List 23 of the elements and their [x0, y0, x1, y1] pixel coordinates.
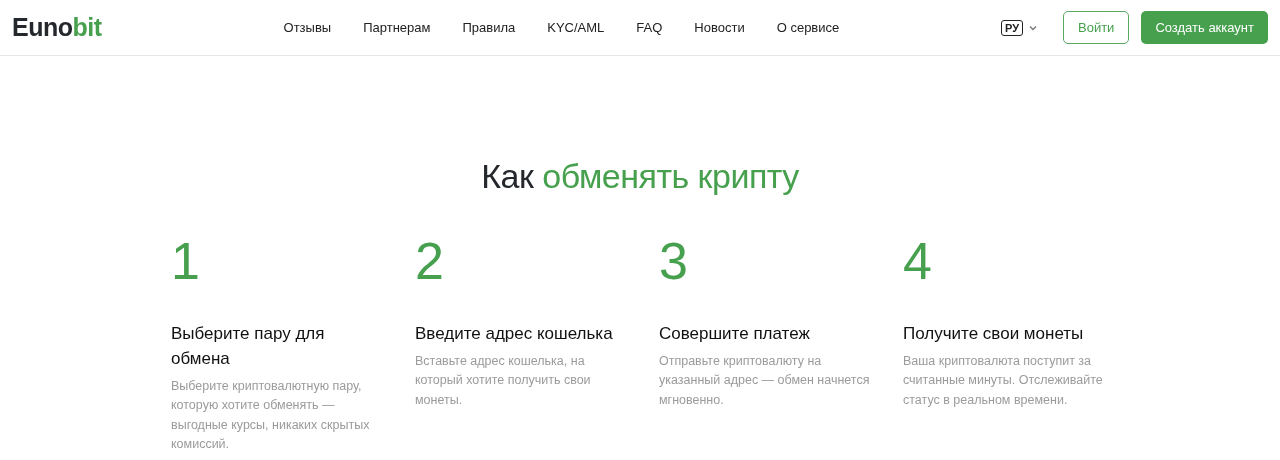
step-number: 2 — [415, 234, 445, 287]
step-description: Ваша криптовалюта поступит за считанные минуты. Отслеживайте статус в реальном времени. — [903, 352, 1104, 409]
step-title: Выберите пару для обмена — [171, 322, 326, 370]
nav-link[interactable]: KYC/AML — [547, 17, 605, 38]
step-description: Вставьте адрес кошелька, на который хотите получить свои монеты. — [415, 352, 592, 409]
step-number: 4 — [903, 234, 933, 287]
step-title: Введите адрес кошелька — [415, 322, 614, 345]
nav-link[interactable]: Правила — [462, 17, 516, 38]
nav-link[interactable]: Партнерам — [363, 17, 431, 38]
nav-link[interactable]: О сервисе — [776, 17, 840, 38]
nav-link[interactable]: FAQ — [636, 17, 663, 38]
logo[interactable]: Eunobit — [12, 8, 102, 47]
step-title: Совершите платеж — [659, 322, 811, 345]
nav-link[interactable]: Новости — [694, 17, 745, 38]
step-description: Выберите криптовалютную пару, которую хотите обменять — выгодные курсы, никаких скрытых комиссий. — [171, 377, 371, 454]
section-title: Как обменять крипту — [480, 156, 800, 197]
step-number: 3 — [659, 234, 689, 287]
language-selector[interactable]: РУ — [1000, 19, 1023, 36]
step-title: Получите свои монеты — [903, 322, 1085, 345]
step-description: Отправьте криптовалюту на указанный адрес — обмен начнется мгновенно. — [659, 352, 871, 409]
nav-link[interactable]: Отзывы — [283, 17, 332, 38]
chevron-down-icon[interactable] — [1029, 24, 1037, 31]
step-number: 1 — [171, 234, 201, 287]
